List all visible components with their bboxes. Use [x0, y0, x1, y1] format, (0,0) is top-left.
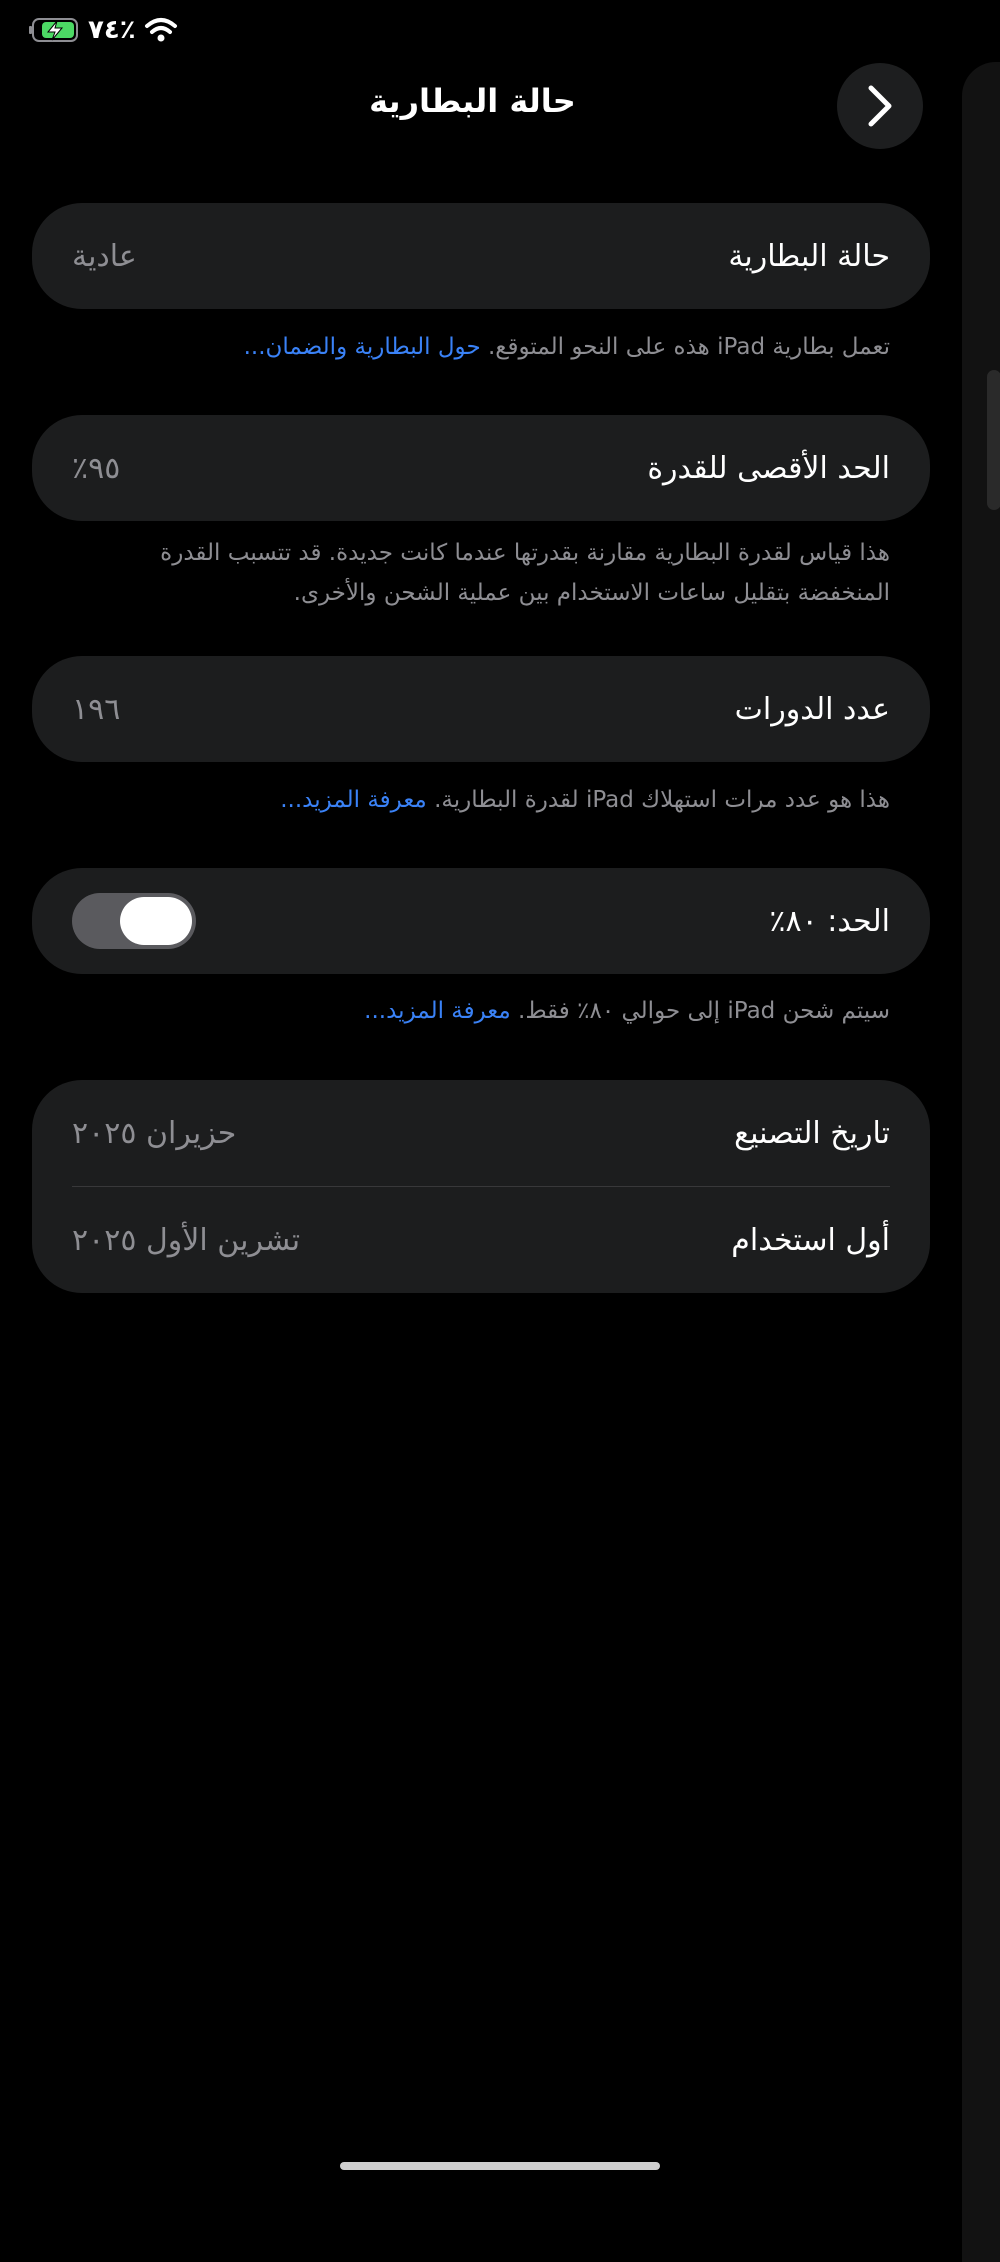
charge-limit-toggle[interactable] — [72, 893, 196, 949]
charge-limit-footnote: سيتم شحن iPad إلى حوالي ٨٠٪ فقط. معرفة ا… — [120, 991, 890, 1031]
battery-condition-footnote-text: تعمل بطارية iPad هذه على النحو المتوقع. — [480, 334, 890, 360]
toggle-knob — [120, 897, 192, 945]
manufacture-date-value: حزيران ٢٠٢٥ — [72, 1115, 237, 1151]
first-use-label: أول استخدام — [731, 1222, 890, 1258]
dates-card: تاريخ التصنيع حزيران ٢٠٢٥ أول استخدام تش… — [32, 1080, 930, 1293]
wifi-icon — [144, 18, 177, 42]
max-capacity-row: الحد الأقصى للقدرة ٩٥٪ — [32, 415, 930, 521]
sheet-grabber — [987, 370, 1000, 510]
charge-limit-label: الحد: ٨٠٪ — [769, 903, 890, 939]
max-capacity-label: الحد الأقصى للقدرة — [647, 450, 890, 486]
cycle-count-row: عدد الدورات ١٩٦ — [32, 656, 930, 762]
cycle-count-label: عدد الدورات — [734, 691, 890, 727]
max-capacity-card: الحد الأقصى للقدرة ٩٥٪ — [32, 415, 930, 521]
cycle-count-card: عدد الدورات ١٩٦ — [32, 656, 930, 762]
max-capacity-footnote: هذا قياس لقدرة البطارية مقارنة بقدرتها ع… — [120, 533, 890, 613]
max-capacity-footnote-line2: المنخفضة بتقليل ساعات الاستخدام بين عملي… — [293, 580, 890, 606]
max-capacity-footnote-line1: هذا قياس لقدرة البطارية مقارنة بقدرتها ع… — [160, 540, 890, 566]
battery-warranty-link[interactable]: حول البطارية والضمان... — [244, 334, 481, 360]
charge-limit-row: الحد: ٨٠٪ — [32, 868, 930, 974]
charge-limit-card: الحد: ٨٠٪ — [32, 868, 930, 974]
battery-percentage: ٧٤٪ — [88, 15, 136, 45]
cycle-count-footnote-text: هذا هو عدد مرات استهلاك iPad لقدرة البطا… — [426, 787, 890, 813]
manufacture-date-row: تاريخ التصنيع حزيران ٢٠٢٥ — [32, 1080, 930, 1186]
battery-condition-card: حالة البطارية عادية — [32, 203, 930, 309]
chevron-right-icon — [868, 85, 892, 127]
cycle-count-value: ١٩٦ — [72, 691, 121, 727]
cycle-count-learn-more-link[interactable]: معرفة المزيد... — [280, 787, 427, 813]
battery-condition-label: حالة البطارية — [728, 238, 890, 274]
first-use-row: أول استخدام تشرين الأول ٢٠٢٥ — [32, 1187, 930, 1293]
manufacture-date-label: تاريخ التصنيع — [734, 1115, 890, 1151]
charge-limit-footnote-text: سيتم شحن iPad إلى حوالي ٨٠٪ فقط. — [510, 998, 890, 1024]
battery-condition-value: عادية — [72, 238, 137, 274]
page-title: حالة البطارية — [369, 82, 576, 120]
charge-limit-learn-more-link[interactable]: معرفة المزيد... — [364, 998, 511, 1024]
cycle-count-footnote: هذا هو عدد مرات استهلاك iPad لقدرة البطا… — [120, 780, 890, 820]
battery-charging-icon — [29, 18, 78, 42]
battery-condition-row: حالة البطارية عادية — [32, 203, 930, 309]
home-indicator[interactable] — [340, 2162, 660, 2170]
first-use-value: تشرين الأول ٢٠٢٥ — [72, 1222, 301, 1258]
status-bar: ٧٤٪ — [28, 14, 178, 46]
back-button[interactable] — [837, 63, 923, 149]
max-capacity-value: ٩٥٪ — [72, 450, 121, 486]
battery-condition-footnote: تعمل بطارية iPad هذه على النحو المتوقع. … — [120, 327, 890, 367]
